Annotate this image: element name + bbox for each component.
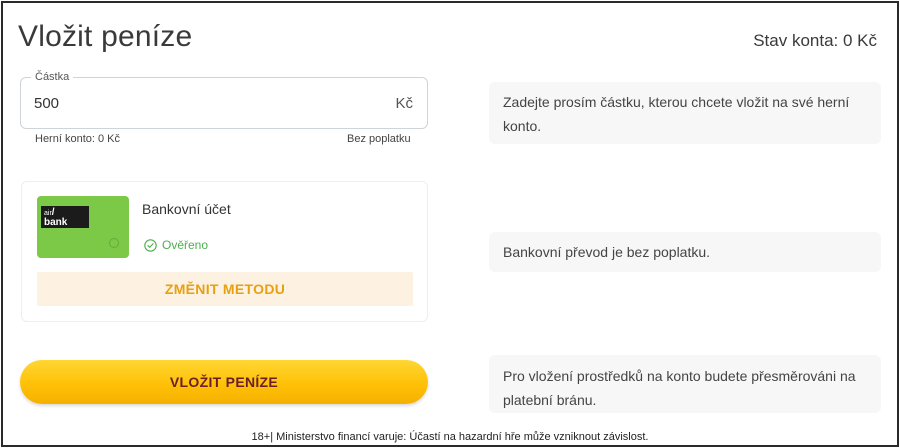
deposit-button[interactable]: VLOŽIT PENÍZE [20,360,428,404]
deposit-panel: Vložit peníze Stav konta: 0 Kč Částka 50… [1,1,899,447]
gambling-warning: 18+| Ministerstvo financí varuje: Účastí… [251,431,649,443]
amount-input[interactable]: 500 [34,95,59,112]
fee-note: Bez poplatku [347,133,411,145]
amount-field[interactable]: Částka 500 Kč [20,71,428,129]
amount-currency: Kč [395,95,413,112]
payment-method-card: air/bank Bankovní účet Ověřeno ZMĚNIT ME… [21,181,428,322]
amount-label: Částka [31,71,74,83]
page-title: Vložit peníze [18,20,193,53]
game-account-balance: Herní konto: 0 Kč [35,133,120,145]
check-circle-icon [144,238,157,252]
verified-status: Ověřeno [144,238,208,252]
card-chip-icon [109,238,119,248]
amount-info: Zadejte prosím částku, kterou chcete vlo… [489,82,881,144]
payment-method-name: Bankovní účet [142,201,231,217]
air-bank-logo: air/bank [41,206,89,228]
verified-label: Ověřeno [162,238,209,252]
account-balance: Stav konta: 0 Kč [753,31,877,50]
change-method-button[interactable]: ZMĚNIT METODU [37,272,413,306]
deposit-info: Pro vložení prostředků na konto budete p… [489,355,881,413]
bank-card-image: air/bank [37,196,129,258]
method-info: Bankovní převod je bez poplatku. [489,232,881,272]
